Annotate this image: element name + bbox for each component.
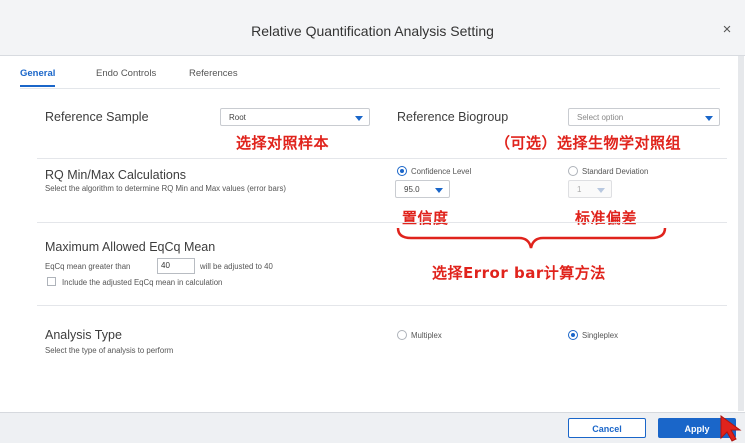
chevron-down-icon (705, 116, 713, 121)
section-divider (37, 222, 727, 223)
confidence-level-radio[interactable] (397, 166, 407, 176)
reference-sample-label: Reference Sample (45, 110, 149, 124)
eqcq-suffix-text: will be adjusted to 40 (200, 262, 273, 271)
dialog-titlebar: Relative Quantification Analysis Setting… (0, 0, 745, 56)
singleplex-label: Singleplex (582, 331, 618, 340)
cancel-button[interactable]: Cancel (568, 418, 646, 438)
analysis-settings-dialog: Relative Quantification Analysis Setting… (0, 0, 745, 443)
chevron-down-icon (355, 116, 363, 121)
tab-references[interactable]: References (189, 60, 238, 87)
eqcq-section-title: Maximum Allowed EqCq Mean (45, 240, 216, 254)
dialog-scrollbar[interactable] (738, 56, 744, 411)
rq-section-title: RQ Min/Max Calculations (45, 168, 187, 182)
singleplex-radio[interactable] (568, 330, 578, 340)
confidence-level-label: Confidence Level (411, 167, 472, 176)
tab-divider (20, 88, 720, 89)
dialog-title: Relative Quantification Analysis Setting (251, 23, 494, 39)
annotation-bracket-icon (396, 227, 667, 249)
include-adjusted-eqcq-checkbox[interactable] (47, 277, 56, 286)
standard-deviation-value: 1 (577, 185, 582, 194)
reference-sample-value: Root (229, 113, 246, 122)
rq-section-description: Select the algorithm to determine RQ Min… (45, 184, 286, 193)
reference-biogroup-label: Reference Biogroup (397, 110, 509, 124)
standard-deviation-label: Standard Deviation (582, 167, 649, 176)
chevron-down-icon (435, 188, 443, 193)
tab-endo-controls[interactable]: Endo Controls (96, 60, 156, 87)
reference-biogroup-placeholder: Select option (577, 113, 624, 122)
annotation-stddev: 标准偏差 (575, 209, 638, 227)
annotation-reference-sample: 选择对照样本 (236, 134, 330, 152)
analysis-type-description: Select the type of analysis to perform (45, 346, 174, 355)
section-divider (37, 305, 727, 306)
chevron-down-icon (597, 188, 605, 193)
confidence-level-select[interactable]: 95.0 (395, 180, 450, 198)
standard-deviation-radio[interactable] (568, 166, 578, 176)
close-icon[interactable]: × (719, 22, 735, 38)
multiplex-label: Multiplex (411, 331, 442, 340)
reference-biogroup-select[interactable]: Select option (568, 108, 720, 126)
multiplex-radio[interactable] (397, 330, 407, 340)
confidence-level-value: 95.0 (404, 185, 420, 194)
reference-sample-select[interactable]: Root (220, 108, 370, 126)
standard-deviation-select: 1 (568, 180, 612, 198)
eqcq-mean-input[interactable]: 40 (157, 258, 195, 274)
tab-general[interactable]: General (20, 60, 56, 87)
dialog-footer: Cancel Apply (0, 412, 745, 443)
section-divider (37, 158, 727, 159)
annotation-biogroup: （可选）选择生物学对照组 (495, 134, 682, 152)
pointer-arrow-icon (720, 415, 742, 442)
include-adjusted-eqcq-label: Include the adjusted EqCq mean in calcul… (62, 278, 223, 287)
analysis-type-title: Analysis Type (45, 328, 122, 342)
annotation-errorbar-method: 选择Error bar计算方法 (432, 264, 606, 282)
eqcq-prefix-text: EqCq mean greater than (45, 262, 131, 271)
annotation-confidence: 置信度 (402, 209, 449, 227)
